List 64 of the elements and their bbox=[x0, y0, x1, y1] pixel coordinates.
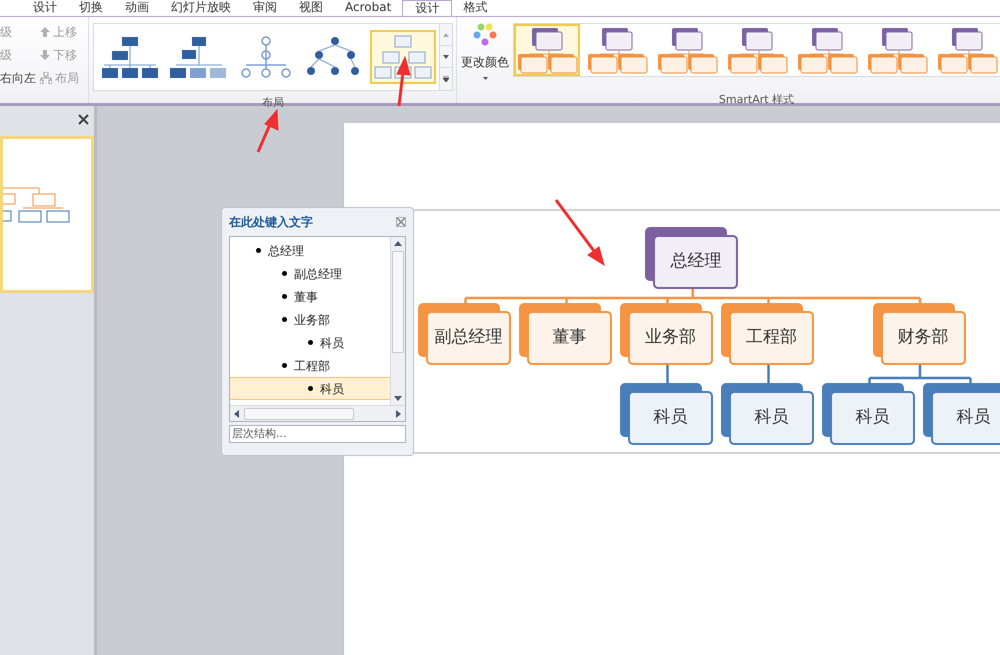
close-icon[interactable] bbox=[78, 114, 89, 124]
org-style-icon bbox=[516, 26, 578, 74]
change-color-button[interactable]: 更改颜色 bbox=[457, 17, 513, 103]
connector-line bbox=[666, 365, 669, 385]
caret-icon bbox=[482, 77, 488, 80]
org-style-icon bbox=[656, 26, 718, 74]
ribbon-tab[interactable]: 格式 bbox=[452, 0, 498, 16]
hierarchy-layout-icon bbox=[372, 34, 433, 80]
ribbon-tab[interactable]: 设计 bbox=[22, 0, 68, 16]
vertical-scrollbar[interactable] bbox=[390, 237, 405, 405]
org-style-icon bbox=[866, 26, 928, 74]
org-node[interactable]: 业务部 bbox=[628, 311, 713, 365]
org-node[interactable]: 工程部 bbox=[729, 311, 814, 365]
ribbon-tab[interactable]: 幻灯片放映 bbox=[160, 0, 242, 16]
org-node[interactable]: 副总经理 bbox=[426, 311, 511, 365]
down-arrow-icon bbox=[40, 50, 50, 60]
org-node[interactable]: 总经理 bbox=[653, 235, 738, 289]
org-node[interactable]: 科员 bbox=[729, 391, 814, 445]
bullet-icon bbox=[282, 363, 287, 368]
org-node[interactable]: 财务部 bbox=[880, 311, 966, 365]
hierarchy-icon bbox=[40, 72, 52, 84]
group-label: SmartArt 样式 bbox=[718, 92, 794, 108]
bullet-icon bbox=[308, 386, 313, 391]
bullet-icon bbox=[308, 340, 313, 345]
org-node[interactable]: 科员 bbox=[931, 391, 1000, 445]
connector-line bbox=[767, 365, 770, 385]
org-style-icon bbox=[796, 26, 858, 74]
down-caret-icon bbox=[442, 54, 449, 58]
org-node[interactable]: 科员 bbox=[830, 391, 915, 445]
ribbon-command[interactable]: 右向左 bbox=[0, 69, 36, 87]
color-dots-icon bbox=[473, 23, 498, 47]
bullet-icon bbox=[256, 248, 261, 253]
outline-item[interactable]: 科员 bbox=[230, 377, 390, 400]
up-caret-icon bbox=[442, 32, 449, 36]
hierarchy-layout-icon bbox=[100, 34, 160, 80]
bullet-icon bbox=[282, 317, 287, 322]
org-style-icon bbox=[586, 26, 648, 74]
ribbon-tab[interactable]: 审阅 bbox=[242, 0, 288, 16]
ribbon-tab[interactable]: 动画 bbox=[114, 0, 160, 16]
layout-option[interactable] bbox=[370, 30, 436, 84]
smartart-frame[interactable]: 总经理 副总经理 董事 业务部 工程部 财务部 科员 科员 科员 科员 bbox=[412, 209, 1000, 454]
more-caret-icon bbox=[442, 76, 449, 82]
org-node[interactable]: 科员 bbox=[628, 391, 713, 445]
bullet-icon bbox=[282, 294, 287, 299]
org-node[interactable]: 董事 bbox=[527, 311, 612, 365]
org-style-icon bbox=[726, 26, 788, 74]
hierarchy-layout-icon bbox=[168, 34, 228, 80]
annotation-arrow bbox=[554, 199, 605, 266]
org-style-icon bbox=[936, 26, 998, 74]
ribbon-tab[interactable]: 设计 bbox=[402, 0, 452, 16]
layout-name-field: 层次结构... bbox=[229, 425, 406, 443]
slide-thumbnail[interactable] bbox=[0, 136, 94, 293]
horizontal-scrollbar[interactable] bbox=[230, 405, 405, 421]
bullet-icon bbox=[282, 271, 287, 276]
ribbon-tab[interactable]: Acrobat bbox=[334, 0, 402, 16]
annotation-arrow bbox=[256, 108, 279, 153]
ribbon-tab[interactable]: 视图 bbox=[288, 0, 334, 16]
ribbon-tab[interactable]: 切换 bbox=[68, 0, 114, 16]
style-option[interactable] bbox=[514, 24, 580, 76]
right-caret-icon bbox=[394, 410, 402, 418]
pane-title: 在此处键入文字 bbox=[229, 214, 313, 231]
up-arrow-icon bbox=[40, 27, 50, 37]
left-caret-icon bbox=[233, 410, 241, 418]
annotation-arrow bbox=[396, 56, 411, 106]
